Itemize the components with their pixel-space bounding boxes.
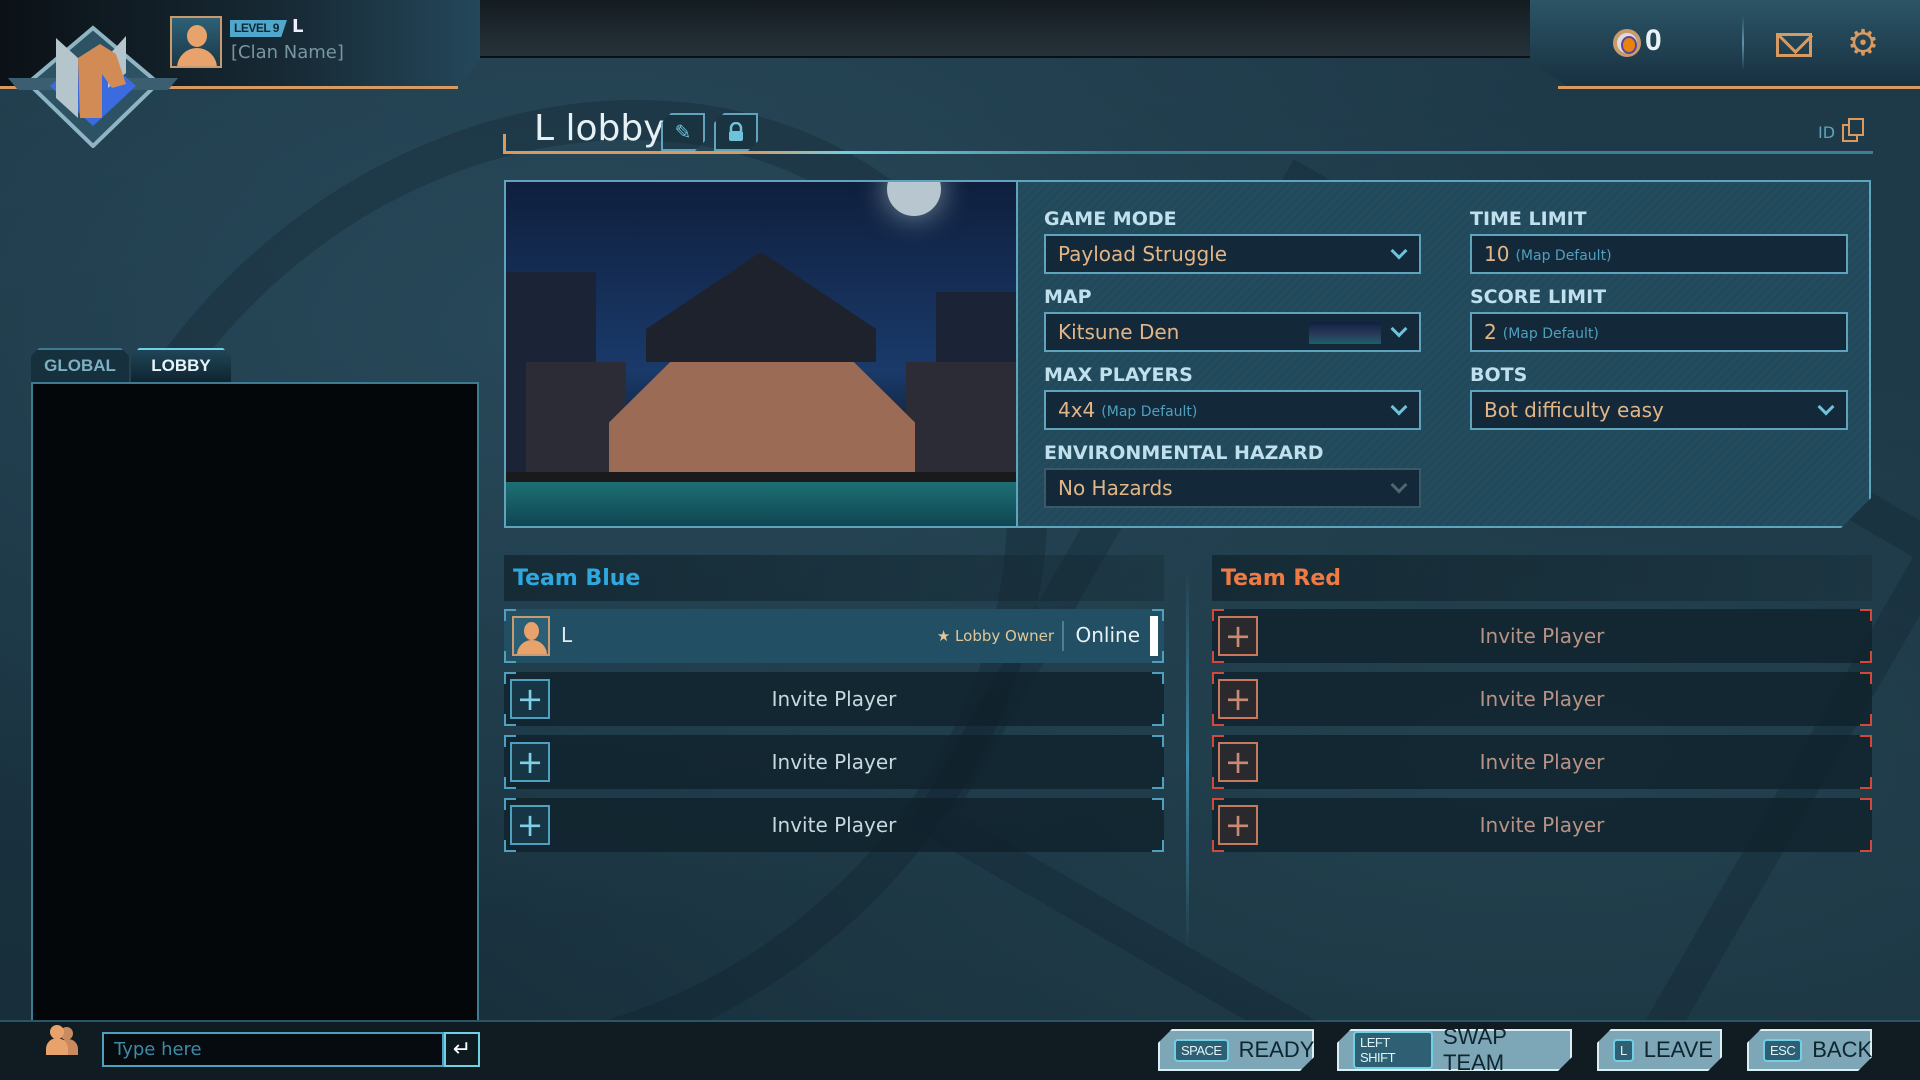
hazard-dropdown[interactable]: No Hazards: [1044, 468, 1421, 508]
player-status: Online: [1075, 623, 1140, 647]
invite-label: Invite Player: [1479, 813, 1605, 837]
max-players-dropdown[interactable]: 4x4 (Map Default): [1044, 390, 1421, 430]
invite-slot-blue[interactable]: + Invite Player: [504, 735, 1164, 789]
chat-input[interactable]: [102, 1032, 444, 1067]
team-divider: [1186, 570, 1189, 950]
invite-slot-red[interactable]: + Invite Player: [1212, 798, 1872, 852]
ready-button[interactable]: SPACE READY: [1158, 1029, 1314, 1071]
button-label: LEAVE: [1643, 1037, 1714, 1062]
bots-dropdown[interactable]: Bot difficulty easy: [1470, 390, 1848, 430]
time-limit-label: TIME LIMIT: [1470, 208, 1587, 230]
game-mode-value: Payload Struggle: [1058, 242, 1228, 266]
chat-tab-global[interactable]: GLOBAL: [31, 348, 129, 382]
map-thumbnail: [1309, 322, 1381, 344]
send-button[interactable]: ↵: [444, 1032, 480, 1067]
hazard-label: ENVIRONMENTAL HAZARD: [1044, 442, 1324, 464]
invite-slot-blue[interactable]: + Invite Player: [504, 798, 1164, 852]
score-limit-note: (Map Default): [1502, 326, 1599, 342]
team-red-header: Team Red: [1212, 555, 1872, 601]
lobby-owner-badge: ★ Lobby Owner: [936, 627, 1054, 645]
invite-slot-red[interactable]: + Invite Player: [1212, 609, 1872, 663]
chat-messages: [31, 382, 479, 1022]
swap-team-button[interactable]: LEFT SHIFT SWAP TEAM: [1337, 1029, 1572, 1071]
button-label: BACK: [1812, 1037, 1873, 1062]
key-hint: ESC: [1763, 1039, 1802, 1062]
time-limit-input[interactable]: 10 (Map Default): [1470, 234, 1848, 274]
game-mode-dropdown[interactable]: Payload Struggle: [1044, 234, 1421, 274]
back-button[interactable]: ESC BACK: [1747, 1029, 1872, 1071]
map-dropdown[interactable]: Kitsune Den: [1044, 312, 1421, 352]
rank-emblem-icon: [8, 25, 178, 148]
player-slot-owner[interactable]: L ★ Lobby Owner Online: [504, 609, 1164, 663]
hazard-value: No Hazards: [1058, 476, 1173, 500]
copy-icon[interactable]: [1842, 118, 1864, 142]
chevron-down-icon: [1817, 398, 1835, 416]
max-players-label: MAX PLAYERS: [1044, 364, 1193, 386]
top-bar: [480, 0, 1530, 58]
gear-icon[interactable]: ⚙: [1845, 26, 1881, 62]
chat-tab-lobby[interactable]: LOBBY: [131, 348, 231, 382]
invite-label: Invite Player: [1479, 687, 1605, 711]
title-bracket: [503, 134, 511, 154]
invite-label: Invite Player: [1479, 624, 1605, 648]
map-preview-image: [506, 182, 1018, 526]
separator: [1062, 621, 1064, 651]
lock-icon: [727, 122, 745, 142]
chevron-down-icon: [1390, 476, 1408, 494]
score-limit-label: SCORE LIMIT: [1470, 286, 1607, 308]
bots-label: BOTS: [1470, 364, 1528, 386]
map-label: MAP: [1044, 286, 1092, 308]
player-avatar: [512, 616, 550, 656]
invite-label: Invite Player: [771, 687, 897, 711]
bots-value: Bot difficulty easy: [1484, 398, 1664, 422]
invite-slot-red[interactable]: + Invite Player: [1212, 672, 1872, 726]
invite-label: Invite Player: [1479, 750, 1605, 774]
coin-icon: [1613, 29, 1641, 57]
map-value: Kitsune Den: [1058, 320, 1180, 344]
profile-avatar[interactable]: [170, 16, 222, 68]
title-underline: [503, 151, 1873, 154]
max-players-note: (Map Default): [1101, 404, 1198, 420]
invite-label: Invite Player: [771, 813, 897, 837]
game-mode-label: GAME MODE: [1044, 208, 1177, 230]
chevron-down-icon: [1390, 242, 1408, 260]
score-limit-input[interactable]: 2 (Map Default): [1470, 312, 1848, 352]
pencil-icon: ✎: [674, 120, 692, 144]
button-label: READY: [1238, 1037, 1315, 1062]
coin-count: 0: [1645, 24, 1662, 57]
friends-icon[interactable]: [46, 1025, 82, 1055]
mail-icon[interactable]: [1776, 33, 1812, 57]
key-hint: L: [1613, 1039, 1634, 1062]
max-players-value: 4x4: [1058, 398, 1096, 422]
team-blue-header: Team Blue: [504, 555, 1164, 601]
currency-underline: [1558, 86, 1920, 89]
invite-label: Invite Player: [771, 750, 897, 774]
lobby-title: L lobby: [534, 108, 665, 149]
divider: [1742, 15, 1744, 70]
key-hint: SPACE: [1174, 1039, 1229, 1062]
invite-slot-red[interactable]: + Invite Player: [1212, 735, 1872, 789]
chevron-down-icon: [1390, 320, 1408, 338]
chevron-down-icon: [1390, 398, 1408, 416]
clan-name: [Clan Name]: [231, 42, 344, 63]
key-hint: LEFT SHIFT: [1353, 1031, 1433, 1069]
lock-button[interactable]: [714, 113, 758, 151]
player-name: L: [561, 623, 573, 647]
invite-slot-blue[interactable]: + Invite Player: [504, 672, 1164, 726]
score-limit-value: 2: [1484, 320, 1497, 344]
edit-title-button[interactable]: ✎: [661, 113, 705, 151]
button-label: SWAP TEAM: [1442, 1024, 1507, 1075]
leave-button[interactable]: L LEAVE: [1597, 1029, 1722, 1071]
ready-indicator: [1150, 616, 1158, 656]
enter-icon: ↵: [452, 1037, 472, 1062]
level-badge: LEVEL 9: [230, 20, 287, 37]
player-name: L: [292, 16, 304, 37]
time-limit-value: 10: [1484, 242, 1510, 266]
lobby-id-label: ID: [1818, 123, 1836, 142]
time-limit-note: (Map Default): [1515, 248, 1612, 264]
